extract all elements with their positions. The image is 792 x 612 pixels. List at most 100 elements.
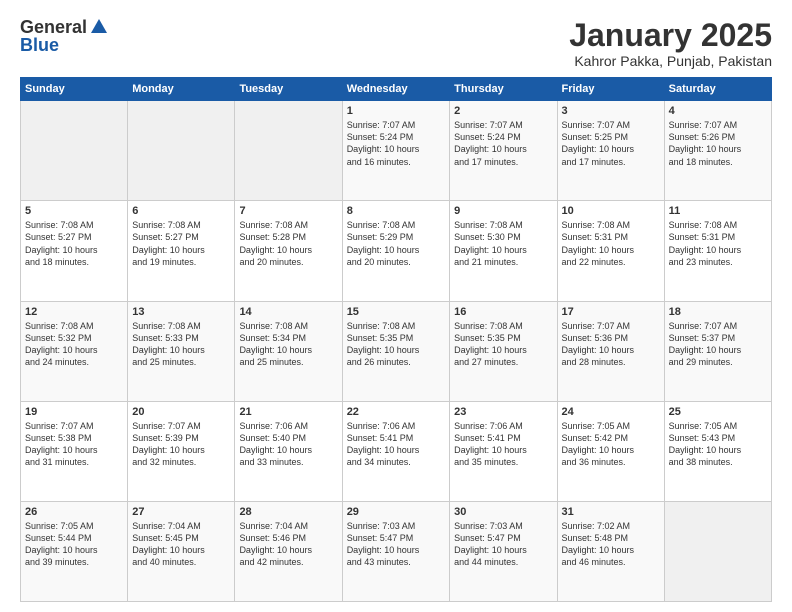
day-info: Sunrise: 7:08 AMSunset: 5:30 PMDaylight:… xyxy=(454,219,552,268)
calendar-week-5: 26 Sunrise: 7:05 AMSunset: 5:44 PMDayligh… xyxy=(21,501,772,601)
day-number: 2 xyxy=(454,105,552,117)
day-number: 16 xyxy=(454,306,552,318)
logo-icon xyxy=(89,15,109,35)
day-number: 18 xyxy=(669,306,767,318)
day-number: 9 xyxy=(454,205,552,217)
day-info: Sunrise: 7:07 AMSunset: 5:38 PMDaylight:… xyxy=(25,420,123,469)
calendar-cell: 14 Sunrise: 7:08 AMSunset: 5:34 PMDayligh… xyxy=(235,301,342,401)
logo-general-text: General xyxy=(20,18,87,36)
day-info: Sunrise: 7:05 AMSunset: 5:43 PMDaylight:… xyxy=(669,420,767,469)
calendar-cell: 16 Sunrise: 7:08 AMSunset: 5:35 PMDayligh… xyxy=(450,301,557,401)
calendar-cell: 5 Sunrise: 7:08 AMSunset: 5:27 PMDaylight… xyxy=(21,201,128,301)
day-number: 25 xyxy=(669,406,767,418)
day-number: 7 xyxy=(239,205,337,217)
day-number: 22 xyxy=(347,406,445,418)
day-info: Sunrise: 7:08 AMSunset: 5:31 PMDaylight:… xyxy=(562,219,660,268)
calendar-cell: 15 Sunrise: 7:08 AMSunset: 5:35 PMDayligh… xyxy=(342,301,449,401)
day-number: 17 xyxy=(562,306,660,318)
col-wednesday: Wednesday xyxy=(342,78,449,101)
day-info: Sunrise: 7:08 AMSunset: 5:27 PMDaylight:… xyxy=(25,219,123,268)
day-number: 13 xyxy=(132,306,230,318)
calendar-cell: 21 Sunrise: 7:06 AMSunset: 5:40 PMDayligh… xyxy=(235,401,342,501)
day-number: 5 xyxy=(25,205,123,217)
calendar-cell: 2 Sunrise: 7:07 AMSunset: 5:24 PMDaylight… xyxy=(450,101,557,201)
day-info: Sunrise: 7:06 AMSunset: 5:40 PMDaylight:… xyxy=(239,420,337,469)
calendar-cell xyxy=(128,101,235,201)
calendar-cell: 20Sunrise: 7:07 AMSunset: 5:39 PMDayligh… xyxy=(128,401,235,501)
day-info: Sunrise: 7:02 AMSunset: 5:48 PMDaylight:… xyxy=(562,520,660,569)
day-info: Sunrise: 7:07 AMSunset: 5:25 PMDaylight:… xyxy=(562,119,660,168)
calendar-cell: 29 Sunrise: 7:03 AMSunset: 5:47 PMDayligh… xyxy=(342,501,449,601)
calendar-body: 1Sunrise: 7:07 AMSunset: 5:24 PMDaylight… xyxy=(21,101,772,602)
day-number: 24 xyxy=(562,406,660,418)
calendar-cell: 9 Sunrise: 7:08 AMSunset: 5:30 PMDaylight… xyxy=(450,201,557,301)
day-number: 6 xyxy=(132,205,230,217)
calendar-cell: 25 Sunrise: 7:05 AMSunset: 5:43 PMDayligh… xyxy=(664,401,771,501)
calendar-week-1: 1Sunrise: 7:07 AMSunset: 5:24 PMDaylight… xyxy=(21,101,772,201)
calendar-cell: 26 Sunrise: 7:05 AMSunset: 5:44 PMDayligh… xyxy=(21,501,128,601)
day-info: Sunrise: 7:08 AMSunset: 5:35 PMDaylight:… xyxy=(454,320,552,369)
calendar-cell: 3 Sunrise: 7:07 AMSunset: 5:25 PMDaylight… xyxy=(557,101,664,201)
calendar-week-2: 5 Sunrise: 7:08 AMSunset: 5:27 PMDaylight… xyxy=(21,201,772,301)
day-info: Sunrise: 7:08 AMSunset: 5:34 PMDaylight:… xyxy=(239,320,337,369)
calendar-cell: 27Sunrise: 7:04 AMSunset: 5:45 PMDayligh… xyxy=(128,501,235,601)
calendar-week-3: 12Sunrise: 7:08 AMSunset: 5:32 PMDayligh… xyxy=(21,301,772,401)
calendar-cell: 4 Sunrise: 7:07 AMSunset: 5:26 PMDaylight… xyxy=(664,101,771,201)
calendar-cell: 24Sunrise: 7:05 AMSunset: 5:42 PMDayligh… xyxy=(557,401,664,501)
day-number: 14 xyxy=(239,306,337,318)
calendar-title: January 2025 xyxy=(569,18,772,53)
header: General Blue January 2025 Kahror Pakka, … xyxy=(20,18,772,69)
calendar-cell: 12Sunrise: 7:08 AMSunset: 5:32 PMDayligh… xyxy=(21,301,128,401)
day-info: Sunrise: 7:08 AMSunset: 5:35 PMDaylight:… xyxy=(347,320,445,369)
day-number: 26 xyxy=(25,506,123,518)
calendar-cell xyxy=(21,101,128,201)
day-info: Sunrise: 7:07 AMSunset: 5:24 PMDaylight:… xyxy=(347,119,445,168)
col-tuesday: Tuesday xyxy=(235,78,342,101)
day-info: Sunrise: 7:08 AMSunset: 5:32 PMDaylight:… xyxy=(25,320,123,369)
col-thursday: Thursday xyxy=(450,78,557,101)
calendar-cell: 31 Sunrise: 7:02 AMSunset: 5:48 PMDayligh… xyxy=(557,501,664,601)
day-number: 10 xyxy=(562,205,660,217)
day-info: Sunrise: 7:04 AMSunset: 5:45 PMDaylight:… xyxy=(132,520,230,569)
logo-blue-text: Blue xyxy=(20,35,59,55)
calendar-cell: 22 Sunrise: 7:06 AMSunset: 5:41 PMDayligh… xyxy=(342,401,449,501)
calendar-cell: 1Sunrise: 7:07 AMSunset: 5:24 PMDaylight… xyxy=(342,101,449,201)
day-info: Sunrise: 7:04 AMSunset: 5:46 PMDaylight:… xyxy=(239,520,337,569)
day-number: 3 xyxy=(562,105,660,117)
col-saturday: Saturday xyxy=(664,78,771,101)
day-info: Sunrise: 7:03 AMSunset: 5:47 PMDaylight:… xyxy=(347,520,445,569)
day-info: Sunrise: 7:07 AMSunset: 5:24 PMDaylight:… xyxy=(454,119,552,168)
calendar-cell: 7 Sunrise: 7:08 AMSunset: 5:28 PMDaylight… xyxy=(235,201,342,301)
day-info: Sunrise: 7:07 AMSunset: 5:39 PMDaylight:… xyxy=(132,420,230,469)
day-info: Sunrise: 7:07 AMSunset: 5:37 PMDaylight:… xyxy=(669,320,767,369)
calendar-cell: 19 Sunrise: 7:07 AMSunset: 5:38 PMDayligh… xyxy=(21,401,128,501)
day-info: Sunrise: 7:06 AMSunset: 5:41 PMDaylight:… xyxy=(347,420,445,469)
day-number: 4 xyxy=(669,105,767,117)
title-area: January 2025 Kahror Pakka, Punjab, Pakis… xyxy=(569,18,772,69)
calendar-cell: 30Sunrise: 7:03 AMSunset: 5:47 PMDayligh… xyxy=(450,501,557,601)
day-number: 28 xyxy=(239,506,337,518)
day-info: Sunrise: 7:07 AMSunset: 5:26 PMDaylight:… xyxy=(669,119,767,168)
calendar-header-row: Sunday Monday Tuesday Wednesday Thursday… xyxy=(21,78,772,101)
logo: General Blue xyxy=(20,18,109,55)
day-info: Sunrise: 7:08 AMSunset: 5:33 PMDaylight:… xyxy=(132,320,230,369)
day-number: 15 xyxy=(347,306,445,318)
day-info: Sunrise: 7:05 AMSunset: 5:44 PMDaylight:… xyxy=(25,520,123,569)
calendar-cell xyxy=(235,101,342,201)
day-info: Sunrise: 7:08 AMSunset: 5:28 PMDaylight:… xyxy=(239,219,337,268)
day-number: 29 xyxy=(347,506,445,518)
calendar-cell: 28 Sunrise: 7:04 AMSunset: 5:46 PMDayligh… xyxy=(235,501,342,601)
day-info: Sunrise: 7:08 AMSunset: 5:31 PMDaylight:… xyxy=(669,219,767,268)
calendar-table: Sunday Monday Tuesday Wednesday Thursday… xyxy=(20,77,772,602)
calendar-cell: 10 Sunrise: 7:08 AMSunset: 5:31 PMDayligh… xyxy=(557,201,664,301)
day-number: 19 xyxy=(25,406,123,418)
calendar-cell: 8Sunrise: 7:08 AMSunset: 5:29 PMDaylight… xyxy=(342,201,449,301)
day-number: 31 xyxy=(562,506,660,518)
day-info: Sunrise: 7:06 AMSunset: 5:41 PMDaylight:… xyxy=(454,420,552,469)
day-number: 30 xyxy=(454,506,552,518)
day-number: 21 xyxy=(239,406,337,418)
calendar-cell: 13 Sunrise: 7:08 AMSunset: 5:33 PMDayligh… xyxy=(128,301,235,401)
col-monday: Monday xyxy=(128,78,235,101)
col-sunday: Sunday xyxy=(21,78,128,101)
day-number: 8 xyxy=(347,205,445,217)
